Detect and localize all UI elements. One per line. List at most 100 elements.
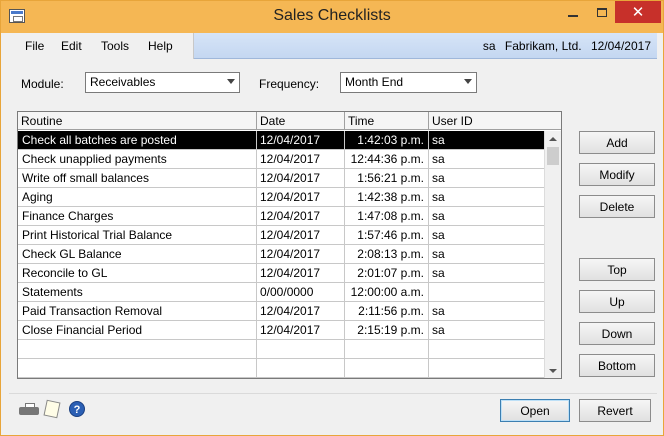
cell-date: 12/04/2017 (260, 304, 321, 318)
menu-tools[interactable]: Tools (101, 39, 129, 53)
cell-user-id: sa (432, 209, 445, 223)
table-row[interactable]: Check unapplied payments 12/04/2017 12:44:… (18, 150, 544, 169)
cell-time: 12:00:00 a.m. (350, 285, 424, 299)
cell-time: 2:11:56 p.m. (358, 304, 424, 318)
module-select[interactable]: Receivables (85, 72, 240, 93)
table-row[interactable]: Check GL Balance 12/04/2017 2:08:13 p.m. sa (18, 245, 544, 264)
cell-time: 2:01:07 p.m. (357, 266, 424, 280)
menu-items-area: File Edit Tools Help (9, 33, 194, 59)
title-bar: Sales Checklists ✕ (1, 1, 663, 33)
table-row[interactable]: Check all batches are posted 12/04/2017 1:… (18, 131, 544, 150)
cell-date: 12/04/2017 (260, 228, 321, 242)
cell-time: 1:57:46 p.m. (357, 228, 424, 242)
cell-routine: Finance Charges (22, 209, 114, 223)
top-button-label: Top (607, 262, 627, 277)
cell-time: 2:08:13 p.m. (357, 247, 424, 261)
cell-routine: Reconcile to GL (22, 266, 108, 280)
cell-routine: Write off small balances (22, 171, 149, 185)
module-select-value: Receivables (90, 75, 156, 89)
down-button-label: Down (601, 326, 633, 341)
table-row[interactable]: Write off small balances 12/04/2017 1:56:2… (18, 169, 544, 188)
cell-date: 12/04/2017 (260, 190, 321, 204)
cell-routine: Paid Transaction Removal (22, 304, 163, 318)
revert-button-label: Revert (597, 403, 633, 418)
modify-button-label: Modify (599, 167, 635, 182)
cell-time: 12:44:36 p.m. (350, 152, 424, 166)
table-row[interactable] (18, 359, 544, 378)
module-label: Module: (21, 77, 64, 91)
cell-time: 2:15:19 p.m. (357, 323, 424, 337)
column-header-time[interactable]: Time (345, 114, 374, 128)
table-row[interactable]: Paid Transaction Removal 12/04/2017 2:11:5… (18, 302, 544, 321)
open-button-label: Open (520, 403, 550, 418)
cell-routine: Statements (22, 285, 83, 299)
cell-user-id: sa (432, 133, 445, 147)
cell-routine: Aging (22, 190, 53, 204)
add-button-label: Add (606, 135, 628, 150)
open-button[interactable]: Open (500, 399, 570, 422)
delete-button-label: Delete (599, 199, 635, 214)
scroll-down-icon[interactable] (549, 369, 557, 373)
bottom-button-label: Bottom (597, 358, 636, 373)
help-icon[interactable]: ? (69, 401, 85, 417)
scroll-thumb[interactable] (547, 147, 559, 165)
cell-routine: Close Financial Period (22, 323, 143, 337)
cell-date: 12/04/2017 (260, 133, 321, 147)
delete-button[interactable]: Delete (579, 195, 655, 218)
top-button[interactable]: Top (579, 258, 655, 281)
column-header-routine[interactable]: Routine (18, 114, 62, 128)
table-row[interactable]: Finance Charges 12/04/2017 1:47:08 p.m. sa (18, 207, 544, 226)
table-row[interactable]: Print Historical Trial Balance 12/04/2017… (18, 226, 544, 245)
revert-button[interactable]: Revert (579, 399, 651, 422)
session-info: sa Fabrikam, Ltd. 12/04/2017 (477, 39, 651, 53)
cell-routine: Check unapplied payments (22, 152, 167, 166)
cell-date: 0/00/0000 (260, 285, 314, 299)
close-button[interactable]: ✕ (615, 1, 661, 23)
cell-user-id: sa (432, 323, 445, 337)
down-button[interactable]: Down (579, 322, 655, 345)
table-row[interactable]: Reconcile to GL 12/04/2017 2:01:07 p.m. sa (18, 264, 544, 283)
menu-bar: File Edit Tools Help sa Fabrikam, Ltd. 1… (9, 33, 657, 59)
minimize-button[interactable] (558, 1, 588, 23)
cell-user-id: sa (432, 247, 445, 261)
cell-date: 12/04/2017 (260, 247, 321, 261)
close-icon: ✕ (631, 4, 645, 21)
cell-date: 12/04/2017 (260, 171, 321, 185)
frequency-select[interactable]: Month End (340, 72, 477, 93)
table-scrollbar[interactable] (544, 131, 561, 378)
cell-time: 1:47:08 p.m. (357, 209, 424, 223)
cell-routine: Print Historical Trial Balance (22, 228, 173, 242)
column-header-user-id[interactable]: User ID (429, 114, 473, 128)
table-row[interactable]: Aging 12/04/2017 1:42:38 p.m. sa (18, 188, 544, 207)
menu-file[interactable]: File (25, 39, 44, 53)
modify-button[interactable]: Modify (579, 163, 655, 186)
cell-date: 12/04/2017 (260, 152, 321, 166)
session-user: sa (482, 39, 496, 53)
chevron-down-icon (464, 79, 472, 84)
cell-user-id: sa (432, 190, 445, 204)
table-row[interactable]: Statements 0/00/0000 12:00:00 a.m. (18, 283, 544, 302)
cell-date: 12/04/2017 (260, 323, 321, 337)
add-button[interactable]: Add (579, 131, 655, 154)
cell-routine: Check all batches are posted (22, 133, 177, 147)
scroll-up-icon[interactable] (549, 137, 557, 141)
menu-help[interactable]: Help (148, 39, 173, 53)
table-header: Routine Date Time User ID (18, 112, 561, 130)
cell-date: 12/04/2017 (260, 209, 321, 223)
bottom-button[interactable]: Bottom (579, 354, 655, 377)
minimize-icon (568, 15, 578, 17)
table-row[interactable] (18, 340, 544, 359)
menu-edit[interactable]: Edit (61, 39, 82, 53)
cell-time: 1:42:38 p.m. (357, 190, 424, 204)
table-row[interactable]: Close Financial Period 12/04/2017 2:15:19 … (18, 321, 544, 340)
printer-icon[interactable] (19, 403, 41, 417)
column-header-date[interactable]: Date (257, 114, 285, 128)
cell-user-id: sa (432, 304, 445, 318)
maximize-button[interactable] (587, 1, 617, 23)
maximize-icon (597, 7, 607, 17)
cell-routine: Check GL Balance (22, 247, 122, 261)
session-date: 12/04/2017 (590, 39, 651, 53)
table-body: Check all batches are posted 12/04/2017 1:… (18, 131, 544, 378)
frequency-select-value: Month End (345, 75, 404, 89)
up-button[interactable]: Up (579, 290, 655, 313)
